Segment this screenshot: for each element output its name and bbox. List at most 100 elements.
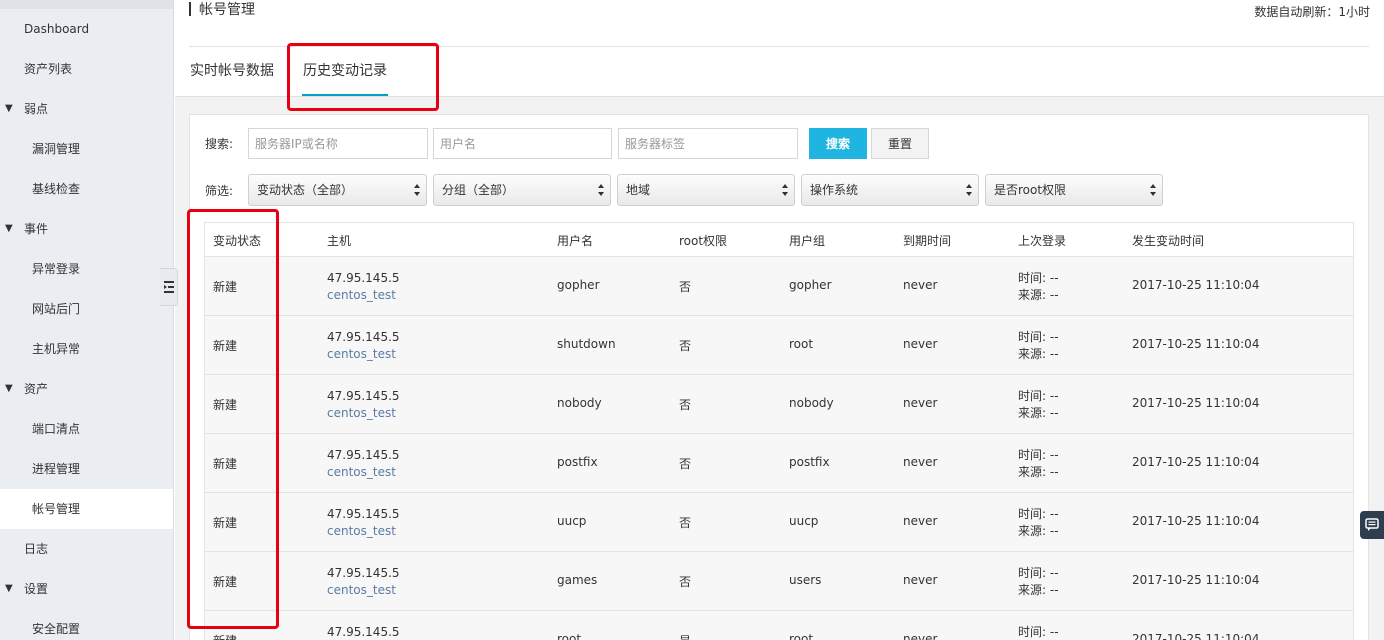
column-header-host[interactable]: 主机 <box>327 232 351 249</box>
sidebar-item-label: 安全配置 <box>32 622 81 636</box>
account-change-table: 变动状态 主机 用户名 root权限 用户组 到期时间 上次登录 发生变动时间 … <box>204 222 1354 640</box>
reset-button[interactable]: 重置 <box>871 128 929 159</box>
sidebar-item-port-inventory[interactable]: 端口清点 <box>0 409 173 449</box>
table-row[interactable]: 新建 47.95.145.5 centos_test gopher 否 gophe… <box>205 257 1353 316</box>
change-time-cell: 2017-10-25 11:10:04 <box>1132 632 1260 640</box>
username-cell: root <box>557 632 582 640</box>
sidebar-item-asset-list[interactable]: 资产列表 <box>0 49 173 89</box>
host-cell: 47.95.145.5 centos_test <box>327 506 400 540</box>
sidebar-group-weakness[interactable]: ▼ 弱点 <box>0 89 173 129</box>
sidebar-group-assets[interactable]: ▼ 资产 <box>0 369 173 409</box>
tab-history-changes[interactable]: 历史变动记录 <box>302 50 388 96</box>
host-cell: 47.95.145.5 centos_test <box>327 329 400 363</box>
sidebar-item-label: 漏洞管理 <box>32 142 81 156</box>
sidebar-item-security-config[interactable]: 安全配置 <box>0 609 173 640</box>
group-cell: gopher <box>789 278 832 292</box>
column-header-root[interactable]: root权限 <box>679 232 727 249</box>
sidebar-group-label: 设置 <box>24 582 49 596</box>
group-select[interactable]: 分组（全部） <box>433 174 611 206</box>
username-cell: uucp <box>557 514 587 528</box>
sidebar-item-label: 日志 <box>24 542 49 556</box>
caret-down-icon: ▼ <box>5 103 13 114</box>
host-name-link[interactable]: centos_test <box>327 583 396 597</box>
tab-realtime-accounts[interactable]: 实时帐号数据 <box>190 50 274 96</box>
sidebar-collapse-handle[interactable] <box>160 268 178 306</box>
sidebar-item-abnormal-login[interactable]: 异常登录 <box>0 249 173 289</box>
server-tag-search-input[interactable] <box>618 128 798 159</box>
root-privilege-select[interactable]: 是否root权限 <box>985 174 1163 206</box>
last-login-cell: 时间: -- 来源: -- <box>1018 329 1059 363</box>
change-time-cell: 2017-10-25 11:10:04 <box>1132 337 1260 351</box>
host-ip: 47.95.145.5 <box>327 330 400 344</box>
username-cell: nobody <box>557 396 602 410</box>
column-header-change-time[interactable]: 发生变动时间 <box>1132 232 1204 249</box>
login-source: 来源: -- <box>1018 583 1059 597</box>
root-cell: 否 <box>679 457 692 471</box>
select-value: 变动状态（全部） <box>257 183 354 197</box>
os-select[interactable]: 操作系统 <box>801 174 979 206</box>
table-row[interactable]: 新建 47.95.145.5 root 是 root never 时间: --来… <box>205 611 1353 640</box>
login-time: 时间: -- <box>1018 330 1059 344</box>
column-header-last-login[interactable]: 上次登录 <box>1018 232 1066 249</box>
sidebar-item-vuln-management[interactable]: 漏洞管理 <box>0 129 173 169</box>
sidebar-group-settings[interactable]: ▼ 设置 <box>0 569 173 609</box>
sidebar-item-dashboard[interactable]: Dashboard <box>0 9 173 49</box>
change-status-select[interactable]: 变动状态（全部） <box>248 174 427 206</box>
sidebar-item-label: 资产列表 <box>24 62 73 76</box>
table-row[interactable]: 新建 47.95.145.5 centos_test uucp 否 uucp ne… <box>205 493 1353 552</box>
sidebar-item-account-management[interactable]: 帐号管理 <box>0 489 173 529</box>
root-cell: 否 <box>679 516 692 530</box>
sidebar-item-process-management[interactable]: 进程管理 <box>0 449 173 489</box>
table-header: 变动状态 主机 用户名 root权限 用户组 到期时间 上次登录 发生变动时间 <box>205 223 1353 257</box>
host-ip: 47.95.145.5 <box>327 389 400 403</box>
column-header-status[interactable]: 变动状态 <box>213 232 261 249</box>
host-cell: 47.95.145.5 <box>327 624 400 640</box>
table-row[interactable]: 新建 47.95.145.5 centos_test postfix 否 post… <box>205 434 1353 493</box>
status-cell: 新建 <box>213 575 238 589</box>
sidebar-item-host-anomaly[interactable]: 主机异常 <box>0 329 173 369</box>
select-arrows-icon <box>414 184 420 196</box>
chat-button[interactable] <box>1360 511 1384 539</box>
group-cell: nobody <box>789 396 834 410</box>
host-name-link[interactable]: centos_test <box>327 288 396 302</box>
server-search-input[interactable] <box>248 128 428 159</box>
table-row[interactable]: 新建 47.95.145.5 centos_test games 否 users … <box>205 552 1353 611</box>
expire-cell: never <box>903 514 938 528</box>
region-select[interactable]: 地域 <box>617 174 795 206</box>
column-header-group[interactable]: 用户组 <box>789 232 825 249</box>
sidebar-item-logs[interactable]: 日志 <box>0 529 173 569</box>
expire-cell: never <box>903 396 938 410</box>
status-cell: 新建 <box>213 516 238 530</box>
host-ip: 47.95.145.5 <box>327 566 400 580</box>
sidebar-item-label: 主机异常 <box>32 342 81 356</box>
login-time: 时间: -- <box>1018 271 1059 285</box>
login-source: 来源: -- <box>1018 347 1059 361</box>
sidebar-item-webshell[interactable]: 网站后门 <box>0 289 173 329</box>
host-name-link[interactable]: centos_test <box>327 406 396 420</box>
expire-cell: never <box>903 573 938 587</box>
host-cell: 47.95.145.5 centos_test <box>327 388 400 422</box>
column-header-expire[interactable]: 到期时间 <box>903 232 951 249</box>
select-arrows-icon <box>782 184 788 196</box>
host-name-link[interactable]: centos_test <box>327 465 396 479</box>
sidebar-group-events[interactable]: ▼ 事件 <box>0 209 173 249</box>
root-cell: 否 <box>679 575 692 589</box>
sidebar-item-baseline-check[interactable]: 基线检查 <box>0 169 173 209</box>
table-row[interactable]: 新建 47.95.145.5 centos_test nobody 否 nobod… <box>205 375 1353 434</box>
host-cell: 47.95.145.5 centos_test <box>327 447 400 481</box>
column-header-username[interactable]: 用户名 <box>557 232 593 249</box>
select-value: 分组（全部） <box>442 183 515 197</box>
page-header: 帐号管理 <box>189 0 255 18</box>
group-cell: uucp <box>789 514 819 528</box>
host-name-link[interactable]: centos_test <box>327 347 396 361</box>
host-name-link[interactable]: centos_test <box>327 524 396 538</box>
search-button[interactable]: 搜索 <box>809 128 867 159</box>
table-row[interactable]: 新建 47.95.145.5 centos_test shutdown 否 roo… <box>205 316 1353 375</box>
change-time-cell: 2017-10-25 11:10:04 <box>1132 455 1260 469</box>
root-cell: 是 <box>679 632 691 640</box>
tab-label: 实时帐号数据 <box>190 63 274 79</box>
sidebar-top-strip <box>0 0 173 9</box>
status-cell: 新建 <box>213 632 237 640</box>
username-search-input[interactable] <box>433 128 612 159</box>
group-cell: postfix <box>789 455 830 469</box>
